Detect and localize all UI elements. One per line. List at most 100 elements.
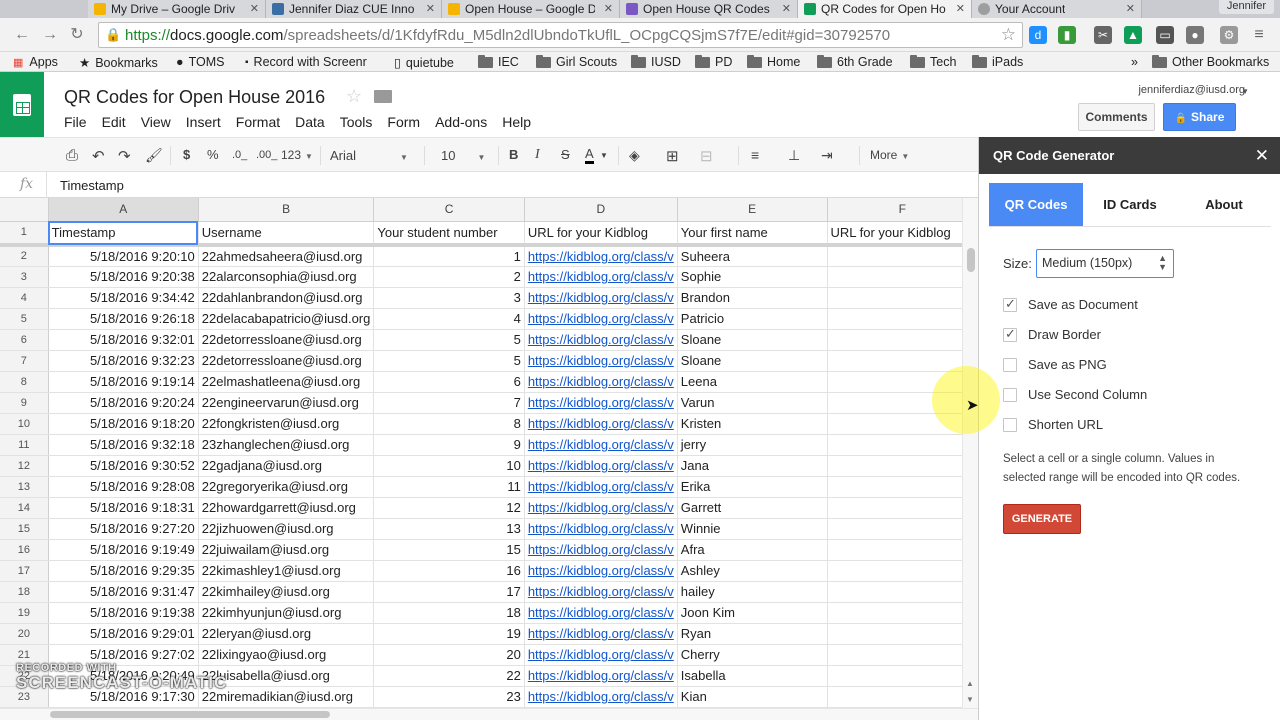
browser-tab-your-account[interactable]: Your Account ✕ [972,0,1142,18]
cell-timestamp[interactable]: 5/18/2016 9:19:49 [48,539,199,561]
browser-tab-open-house-qr[interactable]: Open House QR Codes ✕ [620,0,798,18]
vertical-align-icon[interactable]: ⊥ [788,147,800,164]
undo-icon[interactable]: ↶ [92,147,105,165]
column-header-e[interactable]: E [677,198,828,222]
cell-empty[interactable] [827,455,978,477]
tab-close-icon[interactable]: ✕ [426,2,435,15]
browser-profile-button[interactable]: Jennifer [1218,0,1274,14]
address-bar[interactable]: 🔒 https://docs.google.com/spreadsheets/d… [98,22,1023,48]
bookmark-toms[interactable]: ● TOMS [176,55,224,69]
tab-close-icon[interactable]: ✕ [956,2,965,15]
row-header[interactable]: 19 [0,602,49,624]
bookmark-apps[interactable]: ▦ Apps [13,55,58,69]
cell-timestamp[interactable]: 5/18/2016 9:20:10 [48,245,199,267]
row-header[interactable]: 17 [0,560,49,582]
row-header[interactable]: 1 [0,221,49,247]
cell-student-number[interactable]: 13 [373,518,525,540]
cell-first-name[interactable]: Sophie [677,266,828,288]
cell-username[interactable]: 22jizhuowen@iusd.org [198,518,375,540]
bookmark-star-icon[interactable]: ☆ [1001,25,1016,45]
tab-close-icon[interactable]: ✕ [250,2,259,15]
cell-empty[interactable] [827,623,978,645]
bold-button[interactable]: B [509,147,518,162]
cell-kidblog-url[interactable]: https://kidblog.org/class/v [524,245,678,267]
scroll-up-arrow-icon[interactable]: ▲ [966,679,974,688]
row-header[interactable]: 14 [0,497,49,519]
cell-kidblog-url[interactable]: https://kidblog.org/class/v [524,371,678,393]
checkbox-checked[interactable] [1003,296,1017,312]
extension-screencast-icon[interactable]: ● [1186,26,1204,44]
cell-kidblog-url[interactable]: https://kidblog.org/class/v [524,476,678,498]
menu-tools[interactable]: Tools [340,114,373,130]
italic-button[interactable]: I [535,147,540,163]
menu-help[interactable]: Help [502,114,531,130]
cell-username[interactable]: 22howardgarrett@iusd.org [198,497,375,519]
bookmark-folder-home[interactable]: Home [747,54,800,69]
extension-tools-icon[interactable]: ✂ [1094,26,1112,44]
strikethrough-button[interactable]: S [561,147,570,162]
tab-close-icon[interactable]: ✕ [1126,2,1135,15]
cell-f1[interactable]: URL for your Kidblog [827,221,978,247]
paint-format-icon[interactable]: 🖌 [145,147,163,164]
cell-student-number[interactable]: 10 [373,455,525,477]
cell-student-number[interactable]: 22 [373,665,525,687]
cell-kidblog-url[interactable]: https://kidblog.org/class/v [524,287,678,309]
cell-username[interactable]: 22dahlanbrandon@iusd.org [198,287,375,309]
cell-first-name[interactable]: Varun [677,392,828,414]
cell-student-number[interactable]: 23 [373,686,525,708]
tab-id-cards[interactable]: ID Cards [1083,183,1177,226]
font-size-dropdown[interactable]: 10 ▼ [441,148,491,163]
row-header[interactable]: 12 [0,455,49,477]
row-header[interactable]: 11 [0,434,49,456]
cell-empty[interactable] [827,539,978,561]
percent-format-button[interactable]: % [207,147,219,162]
row-header[interactable]: 6 [0,329,49,351]
bookmark-folder-ipads[interactable]: iPads [972,54,1023,69]
number-format-dropdown[interactable]: 123 ▼ [281,148,313,162]
cell-first-name[interactable]: Joon Kim [677,602,828,624]
checkbox-unchecked[interactable] [1003,357,1017,372]
cell-username[interactable]: 22gregoryerika@iusd.org [198,476,375,498]
checkbox-checked[interactable] [1003,326,1017,342]
cell-student-number[interactable]: 20 [373,644,525,666]
cell-first-name[interactable]: Kristen [677,413,828,435]
cell-kidblog-url[interactable]: https://kidblog.org/class/v [524,413,678,435]
column-header-d[interactable]: D [524,198,678,222]
vertical-scroll-thumb[interactable] [967,248,975,272]
bookmark-folder-6th-grade[interactable]: 6th Grade [817,54,893,69]
cell-empty[interactable] [827,644,978,666]
cell-student-number[interactable]: 17 [373,581,525,603]
account-email[interactable]: jenniferdiaz@iusd.org [1138,84,1245,96]
bookmarks-overflow-chevron[interactable]: » [1131,55,1138,69]
cell-empty[interactable] [827,434,978,456]
cell-a1[interactable]: Timestamp [48,221,199,247]
cell-first-name[interactable]: Kian [677,686,828,708]
cell-first-name[interactable]: Leena [677,371,828,393]
browser-menu-icon[interactable]: ≡ [1250,26,1268,44]
cell-first-name[interactable]: Isabella [677,665,828,687]
text-wrap-icon[interactable]: ⇥ [821,147,833,164]
column-header-f[interactable]: F [827,198,978,222]
cell-kidblog-url[interactable]: https://kidblog.org/class/v [524,665,678,687]
option-draw-border[interactable]: Draw Border [1003,326,1101,342]
row-header[interactable]: 16 [0,539,49,561]
cell-student-number[interactable]: 1 [373,245,525,267]
cell-timestamp[interactable]: 5/18/2016 9:32:01 [48,329,199,351]
cell-kidblog-url[interactable]: https://kidblog.org/class/v [524,455,678,477]
cell-empty[interactable] [827,497,978,519]
scroll-down-arrow-icon[interactable]: ▼ [966,695,974,704]
redo-icon[interactable]: ↷ [118,147,131,165]
cell-timestamp[interactable]: 5/18/2016 9:19:38 [48,602,199,624]
cell-student-number[interactable]: 18 [373,602,525,624]
row-header[interactable]: 13 [0,476,49,498]
cell-username[interactable]: 23zhanglechen@iusd.org [198,434,375,456]
checkbox-unchecked[interactable] [1003,387,1017,402]
cell-empty[interactable] [827,686,978,708]
cell-empty[interactable] [827,581,978,603]
back-arrow-icon[interactable]: ← [12,25,32,45]
bookmark-folder-other[interactable]: Other Bookmarks [1152,54,1269,69]
star-icon[interactable]: ☆ [346,86,362,107]
currency-format-button[interactable]: $ [183,147,190,162]
row-header[interactable]: 15 [0,518,49,540]
extension-drive-icon[interactable]: ▲ [1124,26,1142,44]
